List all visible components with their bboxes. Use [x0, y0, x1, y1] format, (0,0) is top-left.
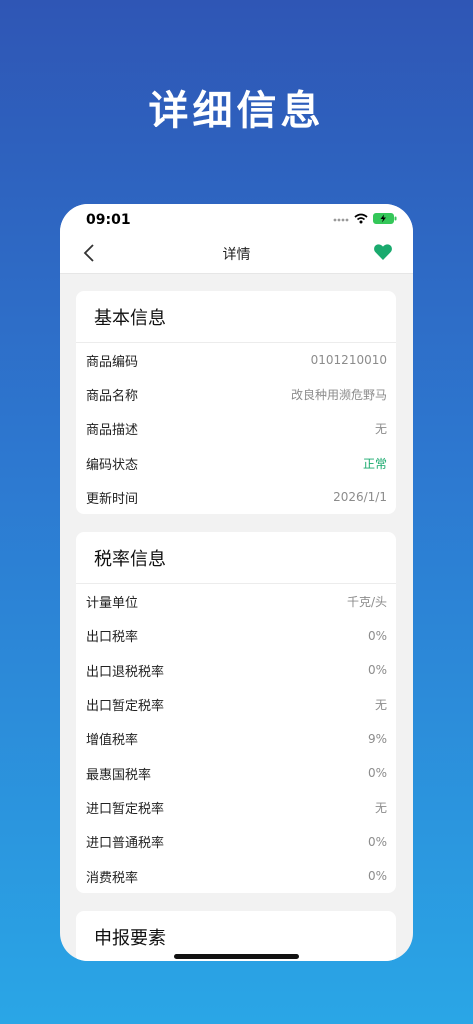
row-label: 商品编码 — [86, 354, 139, 370]
row-label: 进口普通税率 — [86, 836, 165, 852]
list-item: 进口普通税率 0% — [76, 825, 396, 859]
row-label: 出口暂定税率 — [86, 699, 165, 715]
section-title: 税率信息 — [76, 532, 396, 585]
row-label: 计量单位 — [86, 596, 139, 612]
row-value: 9% — [367, 731, 387, 746]
row-value: 0% — [367, 628, 387, 643]
row-value: 无 — [374, 698, 387, 713]
signal-icon — [333, 218, 349, 221]
list-item: 商品描述 无 — [76, 412, 396, 446]
status-icons — [333, 213, 397, 224]
row-value: 0101210010 — [310, 353, 387, 368]
row-value: 2026/1/1 — [333, 490, 387, 505]
row-label: 出口退税税率 — [86, 664, 165, 680]
list-item: 增值税率 9% — [76, 722, 396, 756]
row-value: 0% — [367, 869, 387, 883]
row-label: 出口税率 — [86, 630, 139, 646]
list-item: 编码状态 正常 — [76, 446, 396, 480]
row-value: 0% — [367, 663, 387, 678]
row-value: 0% — [367, 766, 387, 781]
row-label: 最惠国税率 — [86, 767, 152, 783]
row-label: 商品描述 — [86, 423, 139, 439]
row-label: 更新时间 — [86, 491, 139, 507]
hero-title: 详细信息 — [148, 87, 325, 134]
list-item: 最惠国税率 0% — [76, 756, 396, 790]
row-label: 商品名称 — [86, 388, 139, 404]
heart-icon[interactable] — [373, 242, 393, 262]
detail-content: 基本信息 商品编码 0101210010 商品名称 改良种用濒危野马 商品描述 … — [76, 291, 396, 961]
row-label: 进口暂定税率 — [86, 801, 165, 817]
home-indicator[interactable] — [174, 954, 299, 959]
battery-icon — [373, 213, 397, 224]
list-item: 进口暂定税率 无 — [76, 790, 396, 824]
list-item: 出口税率 0% — [76, 619, 396, 653]
status-time: 09:01 — [86, 212, 131, 228]
wifi-icon — [354, 213, 368, 224]
list-item: 消费税率 0% — [76, 859, 396, 893]
list-item: 计量单位 千克/头 — [76, 584, 396, 618]
row-label: 消费税率 — [86, 870, 139, 886]
navigation-bar: 详情 — [60, 234, 413, 274]
phone-screen: 09:01 详情 基本信息 商品编码 0101210010 商品名称 改良种用濒… — [60, 204, 413, 961]
row-value: 无 — [374, 800, 387, 815]
row-value: 改良种用濒危野马 — [290, 387, 387, 402]
list-item: 出口暂定税率 无 — [76, 687, 396, 721]
tax-info-card: 税率信息 计量单位 千克/头 出口税率 0% 出口退税税率 0% 出口暂定税率 … — [76, 532, 396, 894]
row-value: 0% — [367, 834, 387, 849]
list-item: 更新时间 2026/1/1 — [76, 480, 396, 514]
list-item: 商品编码 0101210010 — [76, 343, 396, 377]
page-title: 详情 — [222, 247, 251, 263]
row-label: 增值税率 — [86, 733, 139, 749]
status-bar: 09:01 — [60, 204, 413, 234]
basic-info-card: 基本信息 商品编码 0101210010 商品名称 改良种用濒危野马 商品描述 … — [76, 291, 396, 515]
row-value: 无 — [374, 422, 387, 437]
section-title: 基本信息 — [76, 291, 396, 343]
list-item: 出口退税税率 0% — [76, 653, 396, 687]
status-badge: 正常 — [362, 456, 387, 471]
list-item: 商品名称 改良种用濒危野马 — [76, 377, 396, 411]
row-label: 编码状态 — [86, 457, 139, 473]
row-value: 千克/头 — [346, 595, 387, 610]
